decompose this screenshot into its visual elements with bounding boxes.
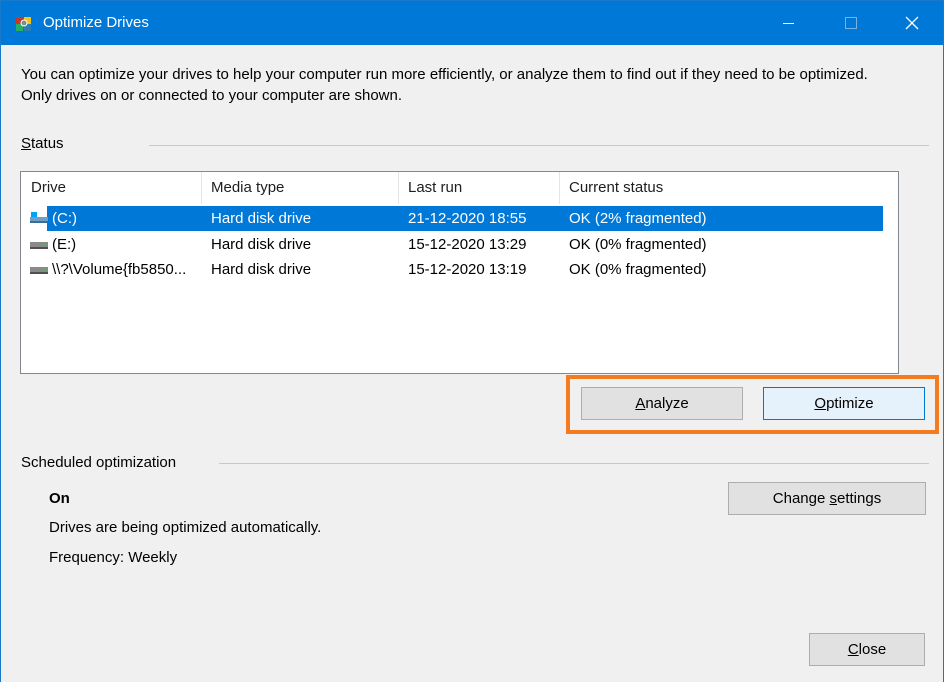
title-bar[interactable]: Optimize Drives (1, 1, 943, 45)
current-status: OK (0% fragmented) (569, 261, 707, 278)
dialog-footer (1, 616, 943, 682)
close-window-button[interactable] (881, 1, 943, 45)
drives-list[interactable]: Drive Media type Last run Current status… (20, 171, 899, 374)
defrag-app-icon (16, 17, 31, 31)
column-header-last-run[interactable]: Last run (398, 172, 559, 204)
hard-drive-icon (30, 267, 48, 274)
optimize-drives-window: Optimize Drives You can optimize your dr… (0, 0, 944, 682)
minimize-button[interactable] (757, 1, 819, 45)
system-drive-icon (30, 212, 48, 223)
last-run: 15-12-2020 13:29 (408, 236, 527, 253)
drive-name: (E:) (52, 236, 77, 253)
column-header-current-status[interactable]: Current status (559, 172, 883, 204)
schedule-state: On (49, 490, 70, 507)
analyze-button[interactable]: Analyze (581, 387, 743, 420)
drives-list-header: Drive Media type Last run Current status (21, 172, 884, 204)
schedule-description: Drives are being optimized automatically… (49, 519, 322, 536)
last-run: 21-12-2020 18:55 (408, 210, 527, 227)
current-status: OK (0% fragmented) (569, 236, 707, 253)
description-text: You can optimize your drives to help you… (21, 66, 868, 104)
drive-row[interactable]: (E:) Hard disk drive 15-12-2020 13:29 OK… (21, 232, 884, 257)
hard-drive-icon (30, 242, 48, 249)
drive-name: (C:) (52, 210, 77, 227)
scheduled-optimization-label: Scheduled optimization (21, 454, 177, 471)
schedule-frequency: Frequency: Weekly (49, 549, 178, 566)
scheduled-divider (219, 463, 929, 464)
maximize-button[interactable] (819, 1, 881, 45)
drive-row[interactable]: (C:) Hard disk drive 21-12-2020 18:55 OK… (21, 206, 884, 231)
close-icon (905, 16, 919, 30)
change-settings-button[interactable]: Change settings (728, 482, 926, 515)
drive-row[interactable]: \\?\Volume{fb5850... Hard disk drive 15-… (21, 257, 884, 282)
media-type: Hard disk drive (211, 236, 312, 253)
status-divider (149, 145, 929, 146)
optimize-button[interactable]: Optimize (763, 387, 925, 420)
media-type: Hard disk drive (211, 261, 312, 278)
current-status: OK (2% fragmented) (569, 210, 707, 227)
media-type: Hard disk drive (211, 210, 312, 227)
column-header-drive[interactable]: Drive (21, 172, 201, 204)
window-title: Optimize Drives (43, 14, 149, 31)
last-run: 15-12-2020 13:19 (408, 261, 527, 278)
status-section-label: Status (21, 135, 64, 152)
column-header-media-type[interactable]: Media type (201, 172, 398, 204)
drive-name: \\?\Volume{fb5850... (52, 261, 187, 278)
vertical-scrollbar[interactable] (883, 172, 898, 373)
close-button[interactable]: Close (809, 633, 925, 666)
